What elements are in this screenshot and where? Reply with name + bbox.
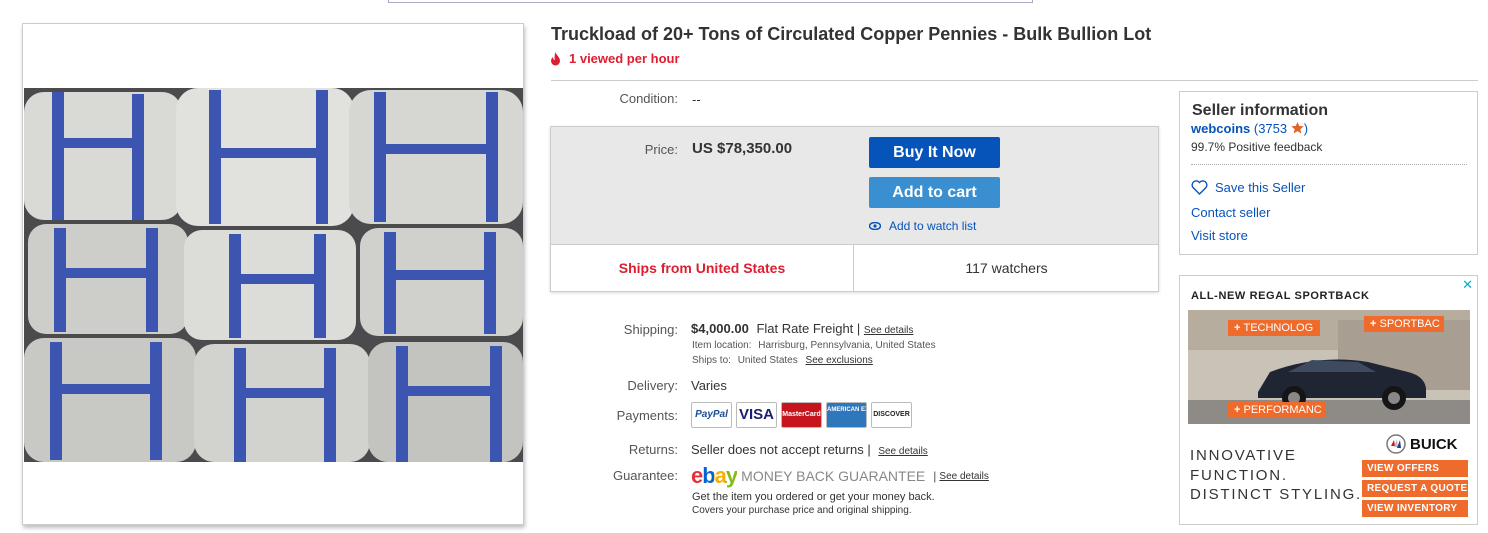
- payment-card-logo: AMERICAN EXPRESS: [826, 402, 867, 428]
- item-location-value: Harrisburg, Pennsylvania, United States: [758, 340, 936, 351]
- guarantee-see-details-link[interactable]: See details: [939, 471, 988, 482]
- bulk-bag-row-3: [24, 338, 523, 462]
- payment-card-logo: PayPal: [691, 402, 732, 428]
- guarantee-label: Guarantee:: [612, 468, 678, 483]
- payment-methods: PayPalVISAMasterCardAMERICAN EXPRESSDISC…: [691, 402, 916, 428]
- buick-brand-text: BUICK: [1410, 435, 1458, 453]
- seller-info-title: Seller information: [1192, 102, 1329, 119]
- ad-slogan: INNOVATIVE FUNCTION. DISTINCT STYLING.: [1190, 446, 1362, 505]
- contact-seller-link[interactable]: Contact seller: [1191, 205, 1270, 220]
- payment-card-logo: MasterCard: [781, 402, 822, 428]
- add-to-cart-button[interactable]: Add to cart: [869, 177, 1000, 208]
- product-photo[interactable]: [24, 88, 523, 462]
- flame-icon: [551, 51, 560, 65]
- watchers-count: 117 watchers: [965, 260, 1048, 276]
- ships-to-row: Ships to: United States See exclusions: [692, 355, 873, 366]
- add-to-watch-list-link[interactable]: Add to watch list: [869, 219, 976, 233]
- eye-icon: [869, 222, 881, 230]
- ad-close-icon[interactable]: ✕: [1462, 277, 1473, 293]
- returns-value: Seller does not accept returns |: [691, 442, 871, 457]
- seller-name-link[interactable]: webcoins: [1191, 121, 1250, 136]
- watch-list-label: Add to watch list: [889, 219, 977, 233]
- shipping-row: $4,000.00 Flat Rate Freight | See detail…: [691, 321, 913, 336]
- delivery-label: Delivery:: [627, 378, 678, 393]
- see-exclusions-link[interactable]: See exclusions: [806, 355, 873, 366]
- buick-logo: BUICK: [1386, 434, 1458, 454]
- returns-row: Seller does not accept returns | See det…: [691, 442, 928, 457]
- ad-request-quote-button[interactable]: REQUEST A QUOTE: [1362, 480, 1468, 497]
- money-back-guarantee: MONEY BACK GUARANTEE: [741, 468, 926, 484]
- ships-from-notice: Ships from United States: [551, 245, 854, 291]
- ebay-logo: ebay: [691, 463, 738, 489]
- buick-shield-icon: [1386, 434, 1406, 454]
- ad-slogan-line-3: DISTINCT STYLING.: [1190, 486, 1363, 503]
- seller-feedback-count[interactable]: 3753: [1258, 121, 1287, 136]
- ships-to-value: United States: [737, 355, 798, 366]
- price-box: Price: US $78,350.00 Buy It Now Add to c…: [550, 126, 1159, 292]
- star-icon: [1291, 122, 1304, 134]
- price-value: US $78,350.00: [692, 140, 793, 157]
- listing-title: Truckload of 20+ Tons of Circulated Copp…: [551, 24, 1152, 44]
- ad-slogan-line-2: FUNCTION.: [1190, 466, 1288, 484]
- buy-it-now-button[interactable]: Buy It Now: [869, 137, 1000, 168]
- views-indicator: 1 viewed per hour: [549, 51, 680, 66]
- heart-icon: [1191, 180, 1208, 195]
- payment-card-logo: VISA: [736, 402, 777, 428]
- condition-label: Condition:: [619, 91, 678, 106]
- ad-view-inventory-button[interactable]: VIEW INVENTORY: [1362, 500, 1468, 517]
- ad-car-photo[interactable]: TECHNOLOG SPORTBAC PERFORMANC: [1188, 310, 1470, 424]
- ad-tag-technology[interactable]: TECHNOLOG: [1228, 320, 1320, 336]
- guarantee-line-2: Covers your purchase price and original …: [692, 505, 912, 516]
- seller-count-open: (: [1250, 121, 1259, 136]
- item-location-row: Item location: Harrisburg, Pennsylvania,…: [692, 340, 936, 351]
- payment-card-logo: DISCOVER: [871, 402, 912, 428]
- guarantee-line-1: Get the item you ordered or get your mon…: [692, 491, 935, 503]
- seller-count-close: ): [1303, 121, 1309, 136]
- returns-label: Returns:: [628, 442, 678, 457]
- save-seller-link[interactable]: Save this Seller: [1191, 180, 1305, 195]
- seller-name-row: webcoins (3753 ): [1191, 121, 1308, 136]
- ad-tag-performance[interactable]: PERFORMANC: [1228, 402, 1326, 418]
- positive-feedback: 99.7% Positive feedback: [1191, 140, 1323, 154]
- seller-info-panel: Seller information webcoins (3753 ) 99.7…: [1179, 91, 1478, 255]
- ebay-logo-text: ebay: [691, 463, 738, 488]
- delivery-value: Varies: [691, 378, 727, 393]
- visit-store-link[interactable]: Visit store: [1191, 228, 1248, 243]
- item-location-label: Item location:: [692, 340, 752, 351]
- ad-slogan-line-1: INNOVATIVE: [1190, 447, 1297, 464]
- guarantee-row: ebay MONEY BACK GUARANTEE | See details: [691, 463, 989, 489]
- shipping-label: Shipping:: [623, 322, 678, 337]
- shipping-see-details-link[interactable]: See details: [864, 325, 913, 336]
- shipping-amount: $4,000.00: [691, 321, 749, 336]
- ad-tag-sportback[interactable]: SPORTBAC: [1364, 316, 1444, 332]
- buick-advertisement[interactable]: ✕ ALL-NEW REGAL SPORTBACK TECHNOLOG SPOR…: [1179, 275, 1478, 525]
- shipping-method: Flat Rate Freight |: [756, 321, 861, 336]
- returns-see-details-link[interactable]: See details: [878, 446, 927, 457]
- seller-divider: [1191, 164, 1467, 165]
- ships-to-label: Ships to:: [692, 355, 731, 366]
- payments-label: Payments:: [616, 408, 678, 423]
- product-image-panel[interactable]: [22, 23, 524, 525]
- save-seller-label: Save this Seller: [1215, 180, 1306, 195]
- price-label: Price:: [644, 142, 678, 157]
- condition-value: --: [692, 92, 701, 107]
- ad-headline: ALL-NEW REGAL SPORTBACK: [1191, 290, 1370, 302]
- ad-view-offers-button[interactable]: VIEW OFFERS: [1362, 460, 1468, 477]
- price-box-footer: Ships from United States 117 watchers: [551, 244, 1158, 291]
- views-text: 1 viewed per hour: [569, 51, 680, 66]
- top-search-bar-edge: [388, 0, 1033, 3]
- title-divider: [551, 80, 1478, 81]
